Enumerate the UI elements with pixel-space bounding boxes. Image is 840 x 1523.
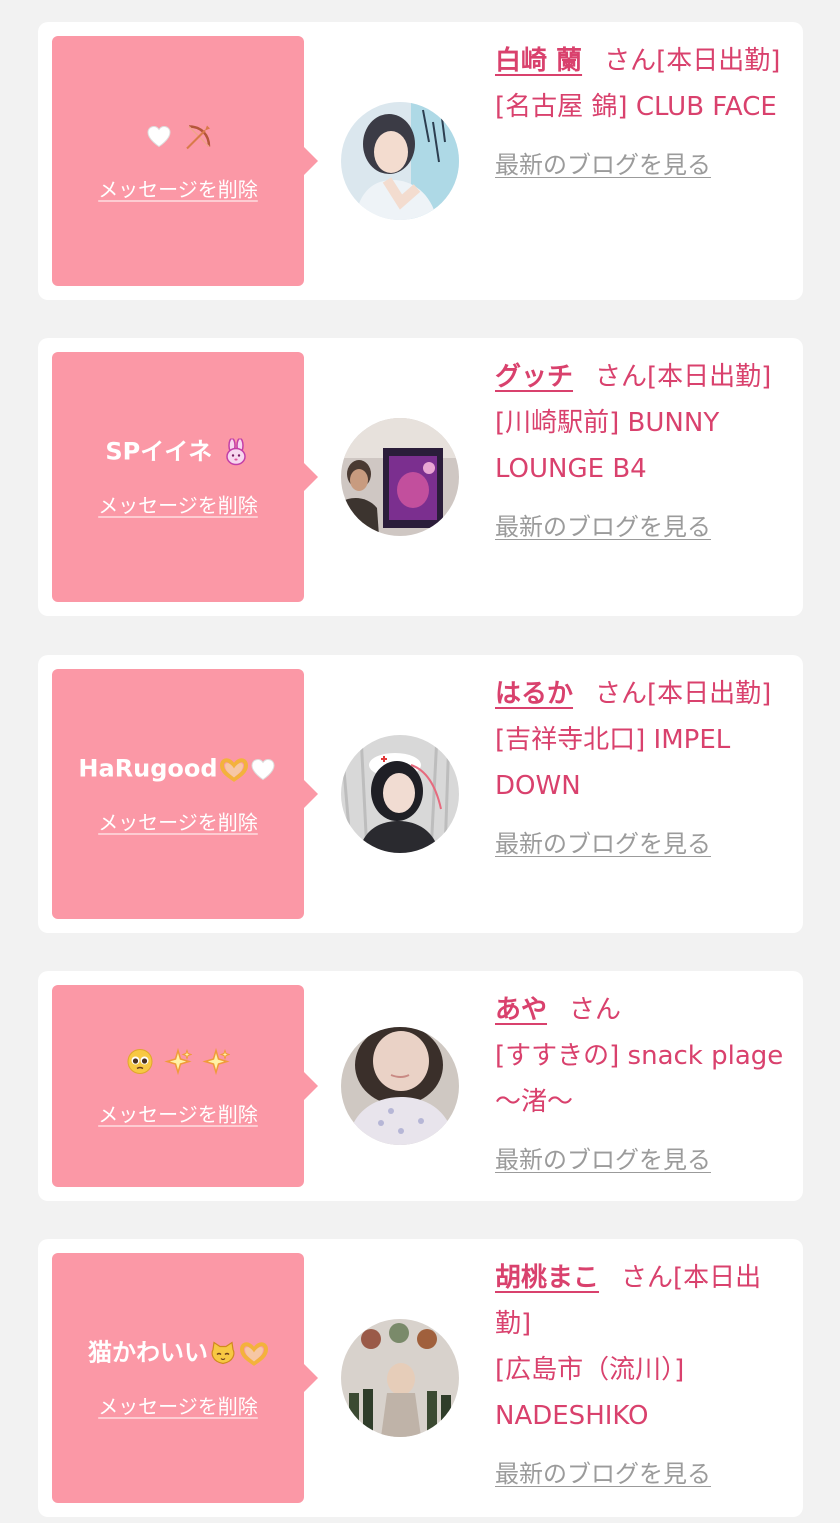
message-text-row: HaRugood: [52, 753, 304, 785]
message-bubble: 猫かわいい メッセージを削除: [52, 1253, 304, 1503]
cast-name-row: グッチ さん[本日出勤]: [495, 354, 793, 400]
message-bubble: HaRugood メッセージを削除: [52, 669, 304, 919]
cast-info: 白崎 蘭さん[本日出勤] [名古屋 錦] CLUB FACE 最新のブログを見る: [495, 38, 793, 188]
sparkles-icon: [202, 1047, 231, 1076]
avatar[interactable]: [341, 735, 459, 853]
avatar[interactable]: [341, 1319, 459, 1437]
cast-name-row: はるか さん[本日出勤]: [495, 671, 793, 717]
cast-info: あや さん [すすきの] snack plage ～渚～ 最新のブログを見る: [495, 987, 793, 1183]
cast-name-row: 胡桃まこ さん[本日出勤]: [495, 1255, 793, 1347]
message-text-row: 猫かわいい: [52, 1337, 304, 1369]
white-heart-icon: [145, 123, 173, 151]
white-heart-icon: [249, 756, 277, 784]
avatar[interactable]: [341, 1027, 459, 1145]
message-bubble: SPイイネ メッセージを削除: [52, 352, 304, 602]
message-bubble: メッセージを削除: [52, 36, 304, 286]
avatar[interactable]: [341, 418, 459, 536]
pleading-face-icon: [126, 1048, 154, 1076]
message-card: SPイイネ メッセージを削除 グッチ さん[本日出勤] [川崎駅前] BUNNY…: [38, 338, 803, 616]
shop-name: [川崎駅前] BUNNY LOUNGE B4: [495, 408, 720, 484]
message-card: 猫かわいい メッセージを削除 胡桃まこ さん[本日出勤] [広島市（流川）] N…: [38, 1239, 803, 1517]
message-list: メッセージを削除 白崎 蘭さん[本日出勤] [名古屋 錦] CLUB FACE …: [0, 0, 840, 1523]
delete-message-link[interactable]: メッセージを削除: [52, 490, 304, 519]
honorific-status: さん[本日出勤]: [595, 679, 772, 709]
avatar[interactable]: [341, 102, 459, 220]
cast-name-link[interactable]: 胡桃まこ: [495, 1263, 599, 1293]
sparkles-icon: [164, 1047, 193, 1076]
cast-info: グッチ さん[本日出勤] [川崎駅前] BUNNY LOUNGE B4 最新のブロ…: [495, 354, 793, 550]
delete-message-link[interactable]: メッセージを削除: [52, 1099, 304, 1128]
message-card: メッセージを削除 白崎 蘭さん[本日出勤] [名古屋 錦] CLUB FACE …: [38, 22, 803, 300]
cast-info: 胡桃まこ さん[本日出勤] [広島市（流川）] NADESHIKO 最新のブログを…: [495, 1255, 793, 1497]
honorific-status: さん[本日出勤]: [604, 46, 781, 76]
delete-message-link[interactable]: メッセージを削除: [52, 174, 304, 203]
cast-name-row: あや さん: [495, 987, 793, 1033]
latest-blog-link[interactable]: 最新のブログを見る: [495, 1137, 711, 1183]
latest-blog-link[interactable]: 最新のブログを見る: [495, 142, 711, 188]
heart-hands-icon: [219, 756, 248, 784]
shop-name: [名古屋 錦] CLUB FACE: [495, 92, 777, 122]
message-text-row: SPイイネ: [52, 436, 304, 468]
cast-info: はるか さん[本日出勤] [吉祥寺北口] IMPEL DOWN 最新のブログを見る: [495, 671, 793, 867]
bow-and-arrow-icon: [183, 123, 211, 151]
latest-blog-link[interactable]: 最新のブログを見る: [495, 821, 711, 867]
honorific-status: さん[本日出勤]: [595, 362, 772, 392]
latest-blog-link[interactable]: 最新のブログを見る: [495, 504, 711, 550]
cast-name-row: 白崎 蘭さん[本日出勤]: [495, 38, 793, 84]
shop-name: [吉祥寺北口] IMPEL DOWN: [495, 725, 731, 801]
message-text: SPイイネ: [105, 437, 213, 466]
heart-hands-icon: [239, 1340, 269, 1368]
cast-name-link[interactable]: あや: [495, 995, 547, 1025]
message-text: 猫かわいい: [88, 1338, 208, 1367]
delete-message-link[interactable]: メッセージを削除: [52, 807, 304, 836]
message-card: メッセージを削除 あや さん [すすきの] snack plage ～渚～ 最新の…: [38, 971, 803, 1201]
cast-name-link[interactable]: はるか: [495, 679, 573, 709]
cat-face-icon: [209, 1340, 237, 1368]
shop-name: [広島市（流川）] NADESHIKO: [495, 1355, 685, 1431]
delete-message-link[interactable]: メッセージを削除: [52, 1391, 304, 1420]
rabbit-face-icon: [222, 437, 250, 467]
message-text: HaRugood: [78, 754, 218, 783]
cast-name-link[interactable]: 白崎 蘭: [495, 46, 582, 76]
cast-name-link[interactable]: グッチ: [495, 362, 573, 392]
latest-blog-link[interactable]: 最新のブログを見る: [495, 1451, 711, 1497]
message-text-row: [52, 120, 304, 152]
honorific-status: さん: [569, 995, 622, 1025]
message-card: HaRugood メッセージを削除 はるか さん[本日出勤] [吉祥寺北口] I…: [38, 655, 803, 933]
message-bubble: メッセージを削除: [52, 985, 304, 1187]
shop-name: [すすきの] snack plage ～渚～: [495, 1041, 784, 1117]
message-text-row: [52, 1045, 304, 1077]
